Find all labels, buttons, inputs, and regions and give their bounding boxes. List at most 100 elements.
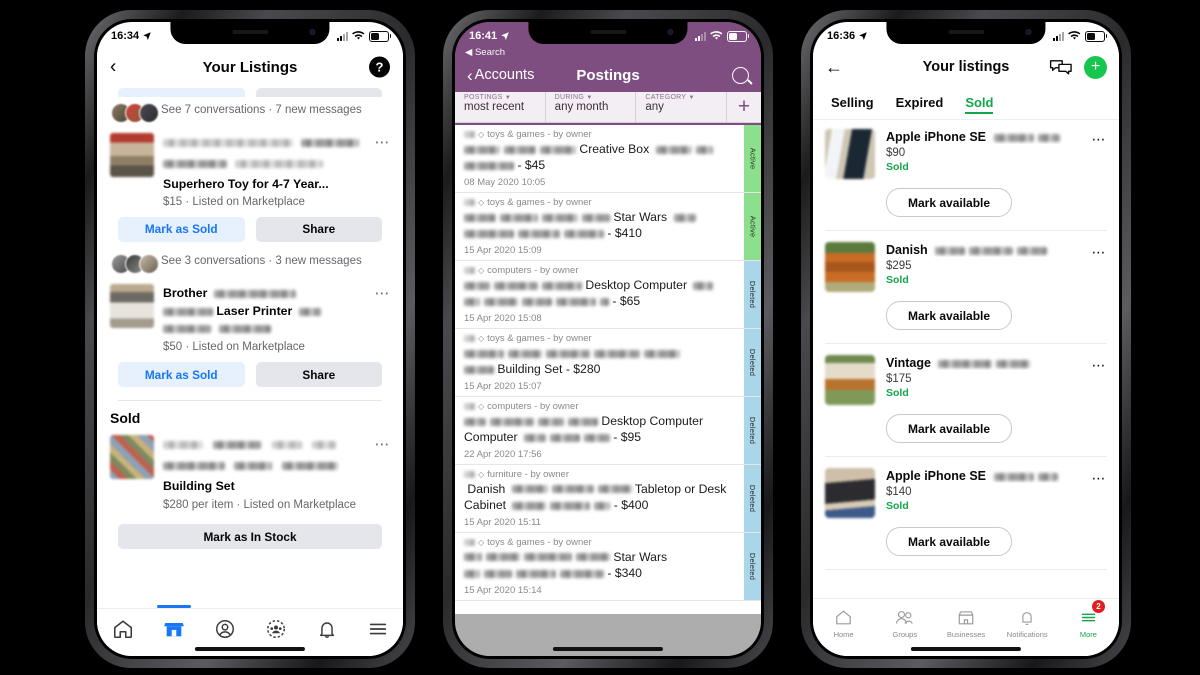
sold-section-header: Sold: [110, 410, 141, 427]
listing-options-icon[interactable]: ⋯: [1092, 132, 1108, 146]
posting-title-visible: Danish: [467, 481, 506, 496]
tab-expired[interactable]: Expired: [896, 95, 944, 113]
wifi-icon: [1068, 31, 1081, 40]
mark-available-button[interactable]: Mark available: [886, 188, 1013, 217]
listing-item[interactable]: Apple iPhone SE $140 Sold ⋯ Mark availab…: [813, 459, 1119, 572]
posting-row[interactable]: ◇ toys & games - by owner Star Wars - $41…: [455, 192, 761, 261]
listing-row[interactable]: Superhero Toy for 4-7 Year... $15 · List…: [97, 127, 403, 210]
listing-thumbnail: [110, 283, 154, 328]
listing-options-icon[interactable]: ⋯: [1092, 471, 1108, 485]
conversations-row[interactable]: See 3 conversations · 3 new messages: [97, 248, 403, 278]
tab-home[interactable]: Home: [813, 599, 874, 647]
status-tag: Deleted: [744, 396, 761, 464]
posting-title: Desktop Computer Computer - $95: [464, 413, 733, 446]
posting-title: Building Set - $280: [464, 345, 733, 378]
tab-selling[interactable]: Selling: [831, 95, 874, 113]
mark-as-sold-button-partial[interactable]: [118, 88, 245, 97]
list-divider: [825, 230, 1107, 231]
listing-options-icon[interactable]: ⋯: [1092, 358, 1108, 372]
listing-item[interactable]: Vintage $175 Sold ⋯ Mark available: [813, 346, 1119, 459]
diamond-icon: ◇: [478, 469, 485, 479]
mark-available-button[interactable]: Mark available: [886, 301, 1013, 330]
phone2-postings-list[interactable]: ◇ toys & games - by owner Creative Box - …: [455, 125, 761, 614]
posting-date: 22 Apr 2020 17:56: [464, 448, 542, 460]
add-posting-button[interactable]: +: [727, 92, 761, 122]
tab-groups[interactable]: Groups: [874, 599, 935, 647]
tab-label: Groups: [892, 629, 918, 639]
posting-row[interactable]: ◇ computers - by owner Desktop Computer C…: [455, 396, 761, 465]
phone3-listings[interactable]: Apple iPhone SE $90 Sold ⋯ Mark availabl…: [813, 120, 1119, 598]
mark-available-button[interactable]: Mark available: [886, 414, 1013, 443]
posting-title-visible: Building Set: [497, 362, 563, 377]
filter-postings[interactable]: POSTINGS ▼ most recent: [455, 92, 546, 122]
listing-item[interactable]: Apple iPhone SE $90 Sold ⋯ Mark availabl…: [813, 120, 1119, 233]
listing-options-icon[interactable]: ⋯: [375, 286, 392, 301]
tab-notifications[interactable]: Notifications: [997, 599, 1058, 647]
listing-title-mid: Laser Printer: [216, 303, 293, 318]
tab-marketplace[interactable]: [155, 604, 193, 642]
posting-row[interactable]: ◇ toys & games - by owner Creative Box - …: [455, 125, 761, 193]
mark-as-sold-button[interactable]: Mark as Sold: [118, 216, 245, 242]
mark-available-button[interactable]: Mark available: [886, 527, 1013, 556]
filter-during[interactable]: DURING ▼ any month: [546, 92, 637, 122]
share-button[interactable]: Share: [255, 216, 382, 242]
tab-profile[interactable]: [206, 616, 244, 642]
list-divider: [825, 343, 1107, 344]
posting-date: 15 Apr 2020 15:08: [464, 312, 542, 324]
battery-icon: [727, 30, 749, 42]
phone-gumtree-listings: 16:36 ← Your listings + Selling Expired …: [801, 10, 1131, 668]
chat-bubbles-icon[interactable]: [1049, 58, 1073, 77]
listing-options-icon[interactable]: ⋯: [375, 437, 392, 452]
filter-category[interactable]: CATEGORY ▼ any: [636, 92, 728, 122]
mark-as-in-stock-button[interactable]: Mark as In Stock: [118, 524, 382, 550]
tab-more[interactable]: More 2: [1058, 599, 1119, 647]
listing-title: Vintage: [886, 356, 931, 370]
phone-facebook-marketplace: 16:34 ‹ Your Listings ? See 7 conversati…: [85, 10, 415, 668]
back-to-search-link[interactable]: ◀ Search: [455, 46, 761, 58]
notch: [886, 22, 1046, 44]
listing-item[interactable]: Danish $295 Sold ⋯ Mark available: [813, 233, 1119, 346]
chevron-left-icon: ‹: [467, 65, 473, 85]
posting-date: 15 Apr 2020 15:14: [464, 584, 542, 596]
listing-row[interactable]: Brother Laser Printer $50 · Listed on Ma…: [97, 278, 403, 355]
posting-date: 15 Apr 2020 15:09: [464, 244, 542, 256]
arrow-left-icon[interactable]: ←: [825, 58, 843, 76]
tab-groups[interactable]: [257, 616, 295, 642]
posting-category: toys & games - by owner: [487, 536, 592, 548]
avatar-group: [111, 103, 159, 123]
help-icon[interactable]: ?: [369, 56, 390, 78]
plus-icon[interactable]: +: [1084, 55, 1107, 79]
posting-row[interactable]: ◇ furniture - by owner Danish Tabletop or…: [455, 464, 761, 533]
tab-menu[interactable]: [359, 616, 397, 642]
tab-home[interactable]: [104, 616, 142, 642]
phone1-content[interactable]: See 7 conversations · 7 new messages Sup…: [97, 88, 403, 608]
share-button-partial[interactable]: [255, 88, 382, 97]
listing-status: Sold: [886, 500, 909, 512]
accounts-back-button[interactable]: ‹ Accounts: [467, 67, 534, 84]
share-button[interactable]: Share: [255, 362, 382, 388]
posting-price: - $400: [613, 498, 649, 513]
posting-price: - $45: [517, 158, 546, 173]
tab-businesses[interactable]: Businesses: [935, 599, 996, 647]
listing-price: $175: [886, 373, 912, 385]
mark-as-sold-button[interactable]: Mark as Sold: [118, 362, 245, 388]
groups-icon: [896, 610, 914, 624]
conversations-label: See 3 conversations · 3 new messages: [161, 254, 362, 267]
listing-thumbnail: [825, 355, 875, 405]
posting-row[interactable]: ◇ toys & games - by owner Building Set - …: [455, 328, 761, 397]
listing-row[interactable]: Building Set $280 per item · Listed on M…: [97, 429, 403, 515]
posting-row[interactable]: ◇ computers - by owner Desktop Computer -…: [455, 260, 761, 329]
posting-row[interactable]: ◇ toys & games - by owner Star Wars - $34…: [455, 532, 761, 601]
chevron-left-icon[interactable]: ‹: [110, 58, 116, 77]
listing-title: Apple iPhone SE: [886, 469, 987, 483]
listing-meta: $50 · Listed on Marketplace: [163, 341, 305, 354]
magnifier-icon[interactable]: [732, 66, 749, 84]
listing-thumbnail: [825, 242, 875, 292]
conversations-row[interactable]: See 7 conversations · 7 new messages: [97, 97, 403, 127]
listing-options-icon[interactable]: ⋯: [1092, 245, 1108, 259]
posting-title-visible: Desktop Computer: [585, 277, 687, 292]
tab-sold[interactable]: Sold: [965, 95, 994, 114]
tab-notifications[interactable]: [308, 616, 346, 642]
diamond-icon: ◇: [478, 130, 485, 139]
listing-options-icon[interactable]: ⋯: [375, 135, 392, 150]
